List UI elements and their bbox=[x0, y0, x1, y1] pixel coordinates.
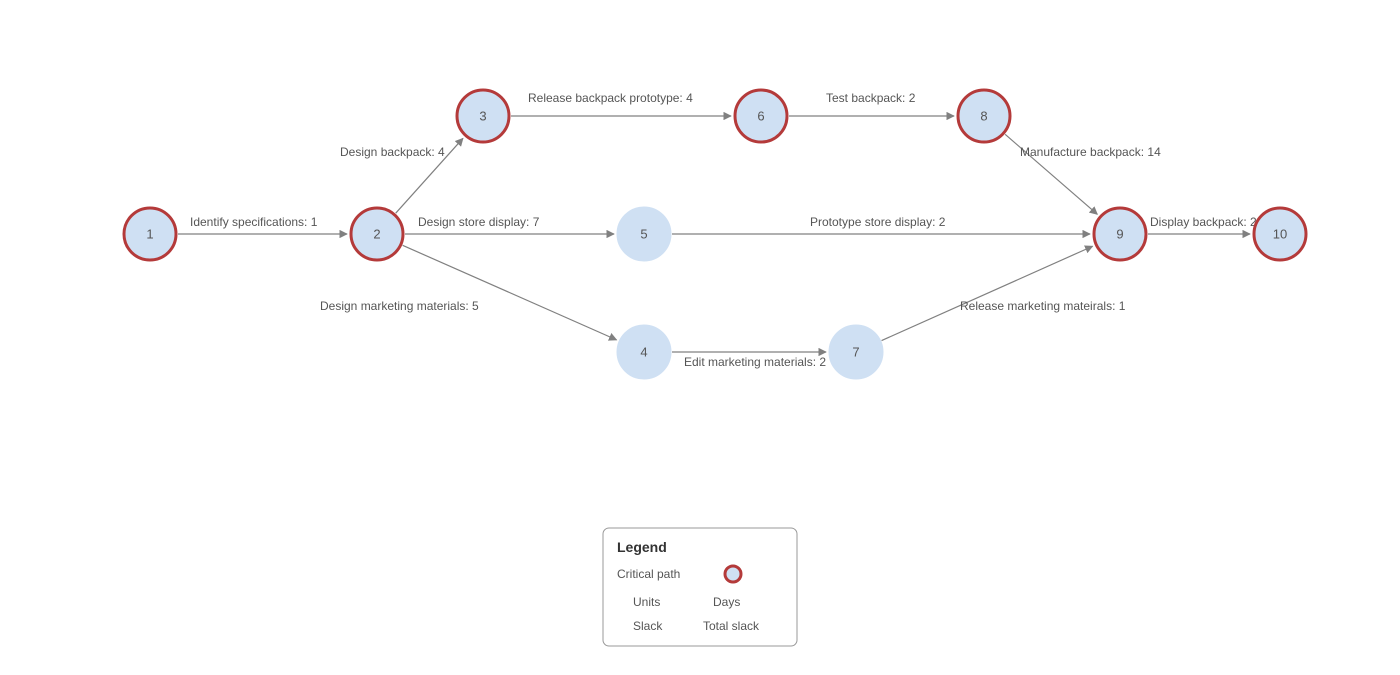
node-label: 6 bbox=[757, 109, 764, 124]
legend: Legend Critical path Units Days Slack To… bbox=[603, 528, 797, 646]
node-label: 3 bbox=[479, 109, 486, 124]
node-4: 4 bbox=[618, 326, 670, 378]
node-label: 8 bbox=[980, 109, 987, 124]
edge-label: Display backpack: 2 bbox=[1150, 215, 1257, 229]
legend-title: Legend bbox=[617, 539, 667, 555]
node-2: 2 bbox=[351, 208, 403, 260]
edge-label: Design store display: 7 bbox=[418, 215, 540, 229]
node-label: 10 bbox=[1273, 227, 1287, 242]
edge-label: Edit marketing materials: 2 bbox=[684, 355, 826, 369]
legend-critical-label: Critical path bbox=[617, 567, 680, 581]
node-label: 7 bbox=[852, 345, 859, 360]
edge-label: Release marketing mateirals: 1 bbox=[960, 299, 1126, 313]
node-label: 1 bbox=[146, 227, 153, 242]
node-10: 10 bbox=[1254, 208, 1306, 260]
node-9: 9 bbox=[1094, 208, 1146, 260]
activity-on-arrow-diagram: Identify specifications: 1 Design backpac… bbox=[0, 0, 1400, 675]
edge-label: Prototype store display: 2 bbox=[810, 215, 946, 229]
legend-units-label: Units bbox=[633, 595, 660, 609]
edge-label: Identify specifications: 1 bbox=[190, 215, 318, 229]
legend-slack-label: Slack bbox=[633, 619, 663, 633]
legend-units-value: Days bbox=[713, 595, 740, 609]
edge-arrow bbox=[403, 245, 617, 340]
legend-critical-swatch bbox=[725, 566, 741, 582]
node-7: 7 bbox=[830, 326, 882, 378]
edge-label: Test backpack: 2 bbox=[826, 91, 916, 105]
node-label: 5 bbox=[640, 227, 647, 242]
node-label: 9 bbox=[1116, 227, 1123, 242]
edge-label: Manufacture backpack: 14 bbox=[1020, 145, 1161, 159]
legend-slack-value: Total slack bbox=[703, 619, 760, 633]
node-8: 8 bbox=[958, 90, 1010, 142]
node-label: 4 bbox=[640, 345, 647, 360]
node-label: 2 bbox=[373, 227, 380, 242]
edge-label: Design backpack: 4 bbox=[340, 145, 445, 159]
node-3: 3 bbox=[457, 90, 509, 142]
edge-arrow bbox=[882, 246, 1093, 340]
edge-label: Design marketing materials: 5 bbox=[320, 299, 479, 313]
edge-label: Release backpack prototype: 4 bbox=[528, 91, 693, 105]
node-5: 5 bbox=[618, 208, 670, 260]
node-1: 1 bbox=[124, 208, 176, 260]
node-6: 6 bbox=[735, 90, 787, 142]
